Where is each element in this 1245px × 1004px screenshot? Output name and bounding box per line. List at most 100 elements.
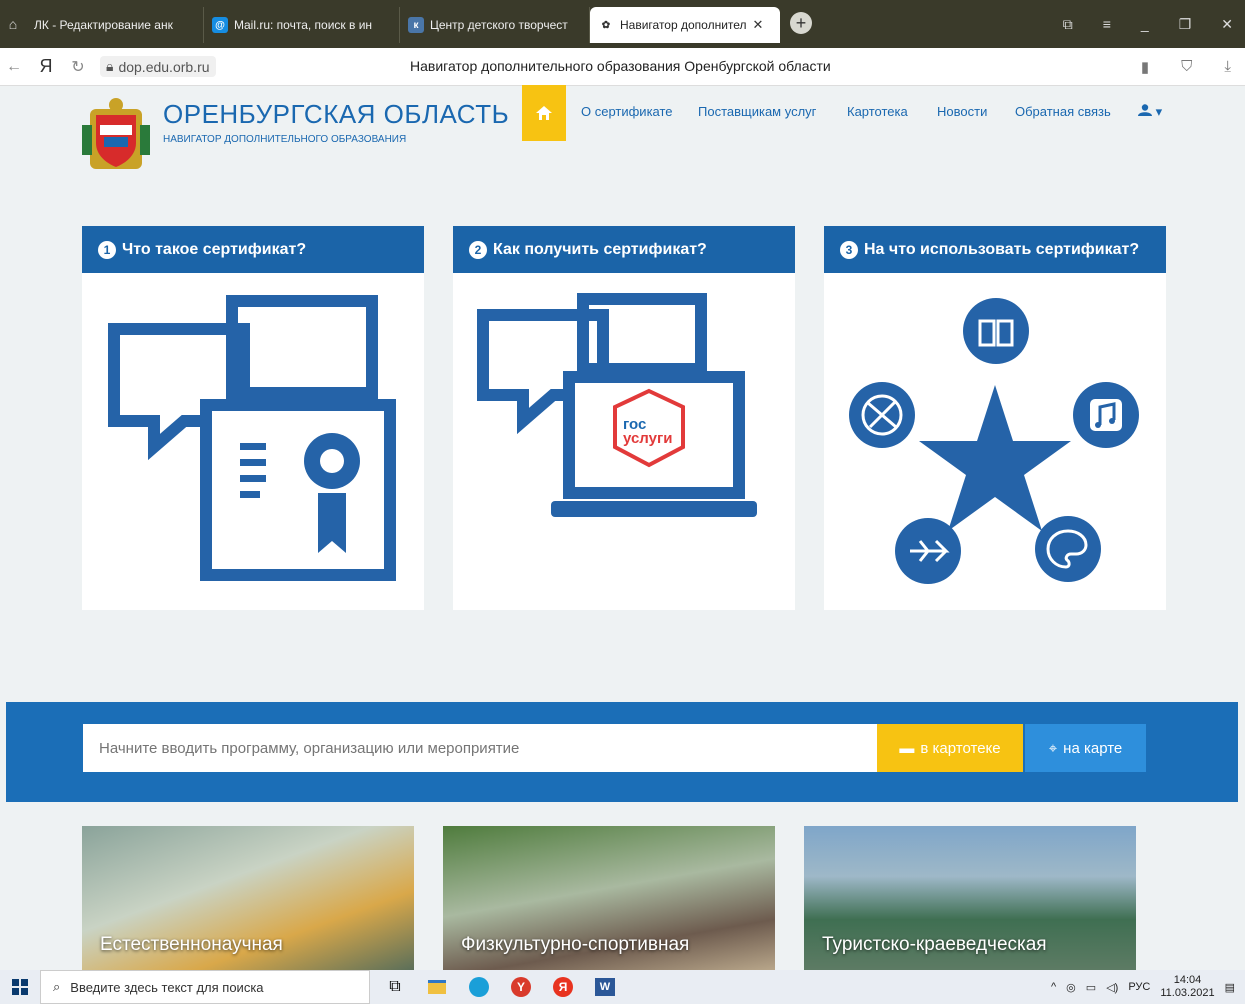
download-icon[interactable]: ⤓ bbox=[1224, 58, 1231, 76]
search-catalog-button[interactable]: ▬ в картотеке bbox=[877, 724, 1023, 772]
clock-date: 11.03.2021 bbox=[1160, 987, 1215, 999]
taskbar-search[interactable]: ⌕ Введите здесь текст для поиска bbox=[40, 970, 370, 1004]
notifications-icon[interactable]: ▤ bbox=[1225, 981, 1235, 994]
tab-label: Навигатор дополнител bbox=[620, 18, 747, 32]
laptop-illustration: гос услуги bbox=[477, 293, 757, 517]
folder-icon: ▬ bbox=[899, 739, 915, 757]
clock-time: 14:04 bbox=[1173, 974, 1202, 986]
button-label: на карте bbox=[1063, 739, 1123, 757]
home-icon bbox=[536, 106, 552, 120]
gosuslugi-line2: услуги bbox=[623, 430, 672, 447]
uses-illustration bbox=[849, 298, 1139, 584]
card-how-to-use[interactable]: 3 На что использовать сертификат? bbox=[824, 226, 1166, 610]
card-header: 2 Как получить сертификат? bbox=[453, 226, 795, 273]
certificate-illustration bbox=[108, 295, 396, 581]
navigator-icon: ✿ bbox=[598, 17, 614, 33]
menu-icon[interactable]: ≡ bbox=[1103, 16, 1111, 32]
windows-start-button[interactable] bbox=[0, 970, 40, 1004]
taskbar-search-text: Введите здесь текст для поиска bbox=[70, 979, 264, 995]
card-title: На что использовать сертификат? bbox=[864, 240, 1140, 258]
step-number: 3 bbox=[840, 240, 858, 259]
windows-icon bbox=[12, 979, 28, 995]
home-button[interactable] bbox=[522, 85, 566, 141]
tab-lk[interactable]: ЛК - Редактирование анк bbox=[26, 7, 204, 43]
map-icon: ⌖ bbox=[1048, 739, 1058, 757]
url-text: dop.edu.orb.ru bbox=[118, 58, 210, 75]
network-icon[interactable]: ▭ bbox=[1086, 981, 1096, 994]
home-icon[interactable]: ⌂ bbox=[0, 0, 26, 48]
yandex-icon[interactable]: Я bbox=[546, 970, 580, 1004]
nav-certificate[interactable]: О сертификате bbox=[581, 104, 673, 119]
site-title[interactable]: ОРЕНБУРГСКАЯ ОБЛАСТЬ bbox=[163, 99, 509, 130]
step-number: 1 bbox=[98, 240, 116, 259]
plane-icon bbox=[895, 518, 961, 584]
tab-label: Центр детского творчест bbox=[430, 18, 568, 32]
user-icon bbox=[1138, 104, 1152, 116]
word-icon[interactable]: W bbox=[588, 970, 622, 1004]
book-icon bbox=[963, 298, 1029, 364]
category-natural-science[interactable]: Естественнонаучная bbox=[82, 826, 414, 970]
camera-icon[interactable]: ◎ bbox=[1066, 981, 1076, 994]
close-window-icon[interactable]: ✕ bbox=[1221, 16, 1233, 33]
palette-icon bbox=[1035, 516, 1101, 582]
nav-catalog[interactable]: Картотека bbox=[847, 104, 908, 119]
tab-label: Mail.ru: почта, поиск в ин bbox=[234, 18, 373, 32]
ball-icon bbox=[849, 382, 915, 448]
card-title: Как получить сертификат? bbox=[493, 240, 707, 258]
category-label: Физкультурно-спортивная bbox=[461, 934, 690, 955]
tabs-icon[interactable]: ⧉ bbox=[1063, 16, 1073, 33]
site-subtitle: НАВИГАТОР ДОПОЛНИТЕЛЬНОГО ОБРАЗОВАНИЯ bbox=[163, 134, 407, 145]
search-input[interactable] bbox=[83, 724, 877, 772]
bookmark-icon[interactable]: ▮ bbox=[1141, 58, 1149, 76]
browser-tabstrip: ⌂ ЛК - Редактирование анк @ Mail.ru: поч… bbox=[0, 0, 1245, 48]
lock-icon: 🔒︎ bbox=[106, 58, 114, 74]
card-header: 3 На что использовать сертификат? bbox=[824, 226, 1166, 273]
yandex-browser-icon[interactable]: Y bbox=[504, 970, 538, 1004]
search-map-button[interactable]: ⌖ на карте bbox=[1025, 724, 1146, 772]
restore-icon[interactable]: ❐ bbox=[1179, 16, 1192, 33]
button-label: в картотеке bbox=[920, 739, 1001, 757]
card-how-to-get[interactable]: 2 Как получить сертификат? гос услуги bbox=[453, 226, 795, 610]
card-header: 1 Что такое сертификат? bbox=[82, 226, 424, 273]
star-icon bbox=[919, 385, 1071, 531]
tab-label: ЛК - Редактирование анк bbox=[34, 18, 173, 32]
yandex-icon[interactable]: Я bbox=[28, 56, 64, 77]
coat-of-arms-logo[interactable] bbox=[80, 95, 152, 175]
page-title: Навигатор дополнительного образования Ор… bbox=[410, 58, 831, 74]
nav-feedback[interactable]: Обратная связь bbox=[1015, 104, 1111, 119]
reload-icon[interactable]: ↻ bbox=[64, 57, 92, 77]
url-field[interactable]: 🔒︎ dop.edu.orb.ru bbox=[100, 56, 216, 77]
volume-icon[interactable]: ◁) bbox=[1106, 981, 1118, 994]
tab-mailru[interactable]: @ Mail.ru: почта, поиск в ин bbox=[204, 7, 400, 43]
music-icon bbox=[1073, 382, 1139, 448]
card-what-is-certificate[interactable]: 1 Что такое сертификат? bbox=[82, 226, 424, 610]
windows-taskbar: ⌕ Введите здесь текст для поиска ⧉ Y Я W… bbox=[0, 970, 1245, 1004]
search-icon: ⌕ bbox=[53, 979, 61, 994]
language-indicator[interactable]: РУС bbox=[1128, 981, 1150, 993]
task-view-icon[interactable]: ⧉ bbox=[378, 970, 412, 1004]
nav-news[interactable]: Новости bbox=[937, 104, 987, 119]
category-label: Туристско-краеведческая bbox=[822, 934, 1047, 955]
user-menu-button[interactable]: ▾ bbox=[1138, 104, 1162, 120]
clock[interactable]: 14:04 11.03.2021 bbox=[1160, 974, 1214, 1000]
step-number: 2 bbox=[469, 240, 487, 259]
vk-icon: к bbox=[408, 17, 424, 33]
chevron-up-icon[interactable]: ^ bbox=[1051, 981, 1056, 993]
tab-navigator[interactable]: ✿ Навигатор дополнител ✕ bbox=[590, 7, 780, 43]
card-title: Что такое сертификат? bbox=[122, 240, 307, 258]
protect-icon[interactable]: ⛉ bbox=[1181, 58, 1192, 76]
window-controls: ⧉ ≡ _ ❐ ✕ bbox=[1063, 0, 1245, 48]
back-icon[interactable]: ← bbox=[0, 58, 28, 76]
nav-providers[interactable]: Поставщикам услуг bbox=[698, 104, 816, 119]
edge-icon[interactable] bbox=[462, 970, 496, 1004]
new-tab-button[interactable]: + bbox=[790, 12, 812, 34]
category-sports[interactable]: Физкультурно-спортивная bbox=[443, 826, 775, 970]
category-tourism[interactable]: Туристско-краеведческая bbox=[804, 826, 1136, 970]
close-icon[interactable]: ✕ bbox=[753, 17, 764, 33]
category-label: Естественнонаучная bbox=[100, 934, 283, 955]
file-explorer-icon[interactable] bbox=[420, 970, 454, 1004]
tab-vk[interactable]: к Центр детского творчест bbox=[400, 7, 590, 43]
system-tray: ^ ◎ ▭ ◁) РУС 14:04 11.03.2021 ▤ bbox=[1051, 974, 1245, 1000]
minimize-icon[interactable]: _ bbox=[1141, 16, 1149, 32]
mailru-icon: @ bbox=[212, 17, 228, 33]
